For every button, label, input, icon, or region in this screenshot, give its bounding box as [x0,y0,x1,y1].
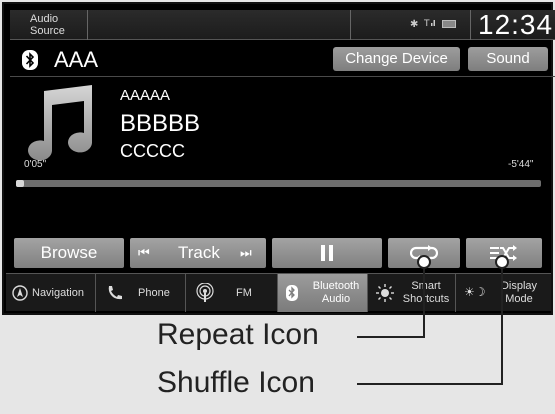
change-device-button[interactable]: Change Device [333,47,460,71]
bluetooth-icon [286,285,298,301]
bottom-nav: Navigation Phone FM Bluetooth Audio Smar… [6,273,551,312]
phone-icon [108,286,122,300]
pause-icon [321,245,333,261]
skip-back-icon[interactable]: ⏮ [138,245,150,261]
divider [470,10,471,40]
nav-label: Smart Shortcuts [398,280,454,306]
audio-source-button[interactable]: Audio Source [10,10,88,40]
skip-forward-icon[interactable]: ⏭ [240,245,252,261]
sound-button[interactable]: Sound [468,47,548,71]
nav-item-smart-shortcuts[interactable]: Smart Shortcuts [368,274,456,312]
track-info-line1: AAAAA [120,87,171,104]
nav-item-phone[interactable]: Phone [96,274,186,312]
nav-item-navigation[interactable]: Navigation [6,274,96,312]
battery-icon [442,20,457,28]
bluetooth-icon [22,50,38,70]
nav-label: FM [236,287,252,299]
status-icons: ✱ T [410,18,457,30]
shuffle-icon-callout: Shuffle Icon [157,366,315,399]
nav-label: Phone [138,287,170,299]
divider [350,10,351,40]
progress-bar[interactable] [16,180,541,187]
repeat-callout-pointer [417,255,431,269]
signal-strength-icon: T [423,18,436,30]
navigation-icon [12,285,28,301]
display-mode-icon: ☀☽ [464,285,486,299]
shuffle-callout-leader-horizontal [357,383,503,385]
nav-label-line1: Bluetooth [312,280,360,292]
shuffle-callout-leader-vertical [501,262,503,385]
repeat-callout-leader-horizontal [357,336,425,338]
audio-source-label-line1: Audio [30,13,59,25]
track-title: BBBBB [120,110,201,137]
pause-button[interactable] [272,238,382,268]
status-bar: Audio Source ✱ T 12:34 [10,9,555,40]
remaining-time: -5'44" [508,159,534,170]
nav-item-fm[interactable]: FM [186,274,278,312]
radio-antenna-icon [196,283,214,302]
svg-text:T: T [424,19,430,27]
shuffle-callout-pointer [495,255,509,269]
device-row: AAA Change Device Sound [10,42,555,77]
music-note-icon [28,85,92,161]
device-name: AAA [54,47,99,72]
track-label: Track [178,243,220,262]
track-button[interactable]: ⏮ Track ⏭ [130,238,266,268]
repeat-callout-leader-vertical [423,262,425,338]
nav-label: Bluetooth Audio [306,280,366,306]
nav-item-display-mode[interactable]: ☀☽ Display Mode [456,274,551,312]
repeat-icon-callout: Repeat Icon [157,318,319,351]
nav-item-bluetooth-audio[interactable]: Bluetooth Audio [278,274,368,312]
smart-shortcuts-icon [376,284,394,302]
elapsed-time: 0'05" [24,159,47,170]
bluetooth-status-icon: ✱ [410,18,419,30]
clock: 12:34 [478,9,554,40]
track-info-line3: CCCCC [120,141,185,161]
progress-fill [16,180,24,187]
nav-label-line2: Audio [321,293,351,305]
browse-button[interactable]: Browse [14,238,124,268]
audio-source-label-line2: Source [30,25,65,37]
nav-label-line2: Shortcuts [402,293,450,305]
nav-label: Navigation [32,287,84,299]
nav-label-line1: Smart [411,280,441,292]
